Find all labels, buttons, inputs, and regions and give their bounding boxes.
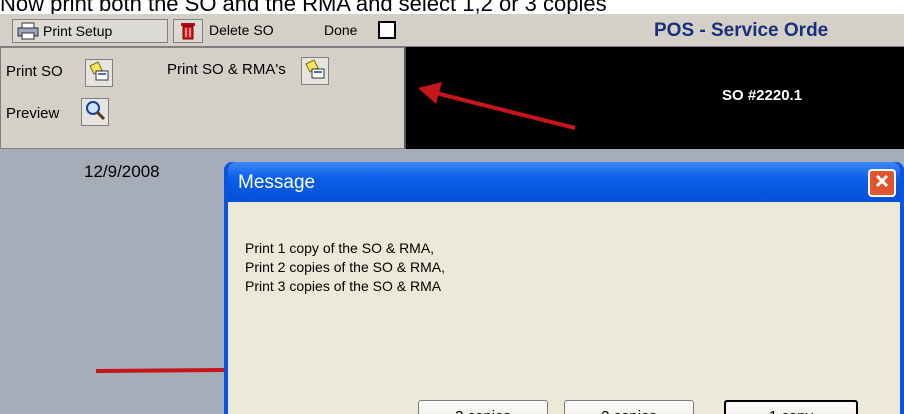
print-setup-button[interactable]: Print Setup bbox=[12, 19, 168, 43]
message-dialog: Message Print 1 copy of the SO & RMA, Pr… bbox=[224, 162, 904, 414]
three-copies-button[interactable]: 3 copies bbox=[418, 400, 548, 414]
done-checkbox[interactable] bbox=[378, 21, 396, 39]
printer-icon bbox=[17, 22, 39, 40]
message-line: Print 1 copy of the SO & RMA, bbox=[245, 240, 435, 256]
delete-so-button[interactable] bbox=[173, 19, 203, 43]
annotation-arrow-icon bbox=[418, 82, 576, 130]
dialog-title-bar[interactable]: Message bbox=[228, 162, 900, 202]
print-so-button[interactable] bbox=[85, 59, 113, 87]
preview-label: Preview bbox=[6, 105, 60, 122]
print-so-label: Print SO bbox=[6, 63, 63, 80]
two-copies-button[interactable]: 2 copies bbox=[564, 400, 694, 414]
delete-so-label: Delete SO bbox=[209, 22, 274, 38]
dialog-title: Message bbox=[238, 172, 316, 193]
app-title: POS - Service Orde bbox=[654, 20, 829, 41]
toolbar: Print Setup Delete SO Done POS - Service… bbox=[0, 14, 904, 47]
print-so-rma-label: Print SO & RMA's bbox=[167, 61, 286, 78]
print-so-rma-button[interactable] bbox=[301, 57, 329, 85]
dialog-body: Print 1 copy of the SO & RMA, Print 2 co… bbox=[228, 202, 900, 414]
one-copy-button[interactable]: 1 copy bbox=[724, 400, 858, 414]
so-number: SO #2220.1 bbox=[722, 87, 803, 104]
trash-icon bbox=[179, 20, 197, 43]
print-document-icon bbox=[304, 58, 326, 85]
pos-window: Print Setup Delete SO Done POS - Service… bbox=[0, 14, 904, 414]
print-setup-label: Print Setup bbox=[43, 23, 113, 39]
magnifier-icon bbox=[84, 99, 106, 126]
order-date: 12/9/2008 bbox=[84, 162, 160, 181]
print-panel: Print SO Print SO & RMA's Preview bbox=[0, 47, 406, 149]
close-icon bbox=[874, 173, 890, 194]
done-label: Done bbox=[324, 22, 358, 38]
message-line: Print 2 copies of the SO & RMA, bbox=[245, 259, 445, 275]
close-button[interactable] bbox=[868, 169, 896, 197]
instruction-caption: Now print both the SO and the RMA and se… bbox=[0, 0, 607, 14]
preview-button[interactable] bbox=[81, 98, 109, 126]
message-line: Print 3 copies of the SO & RMA bbox=[245, 278, 442, 294]
print-document-icon bbox=[88, 60, 110, 87]
